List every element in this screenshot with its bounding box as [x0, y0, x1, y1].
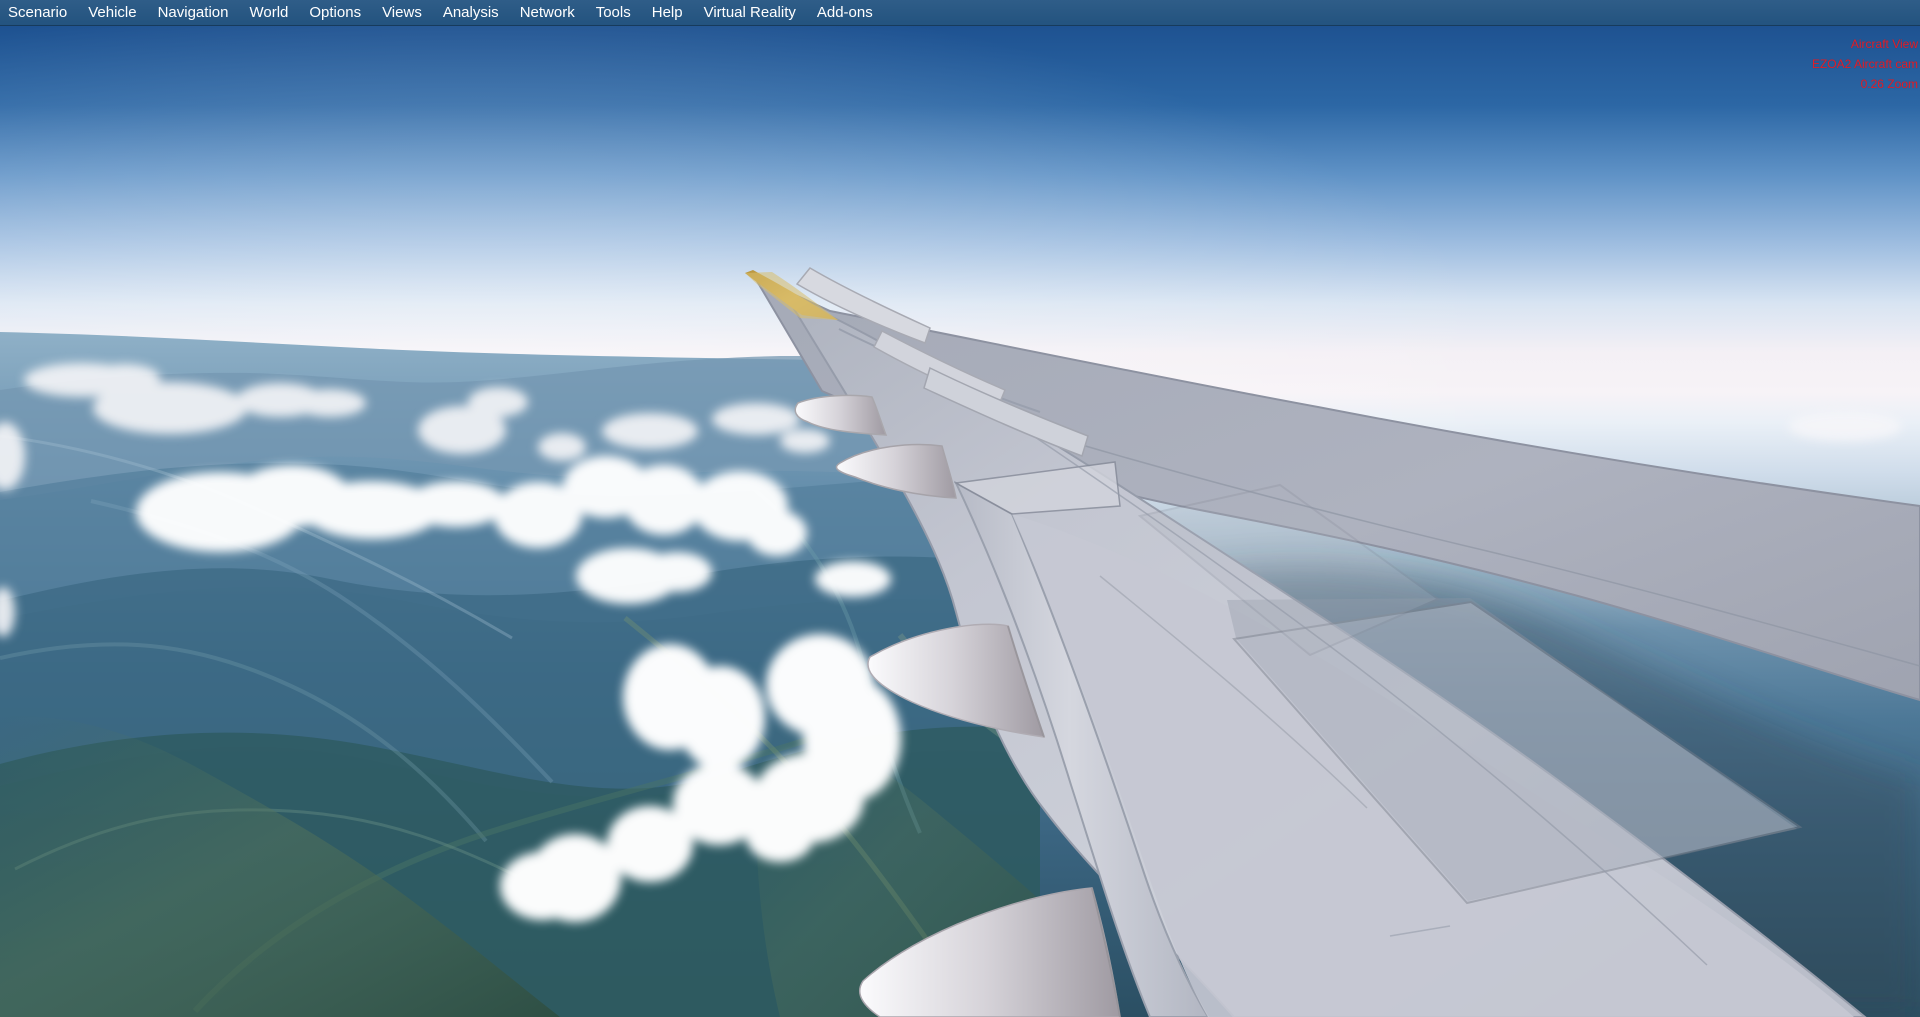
zoom-level-label: 0.26 Zoom [1860, 77, 1918, 91]
menu-add-ons[interactable]: Add-ons [807, 0, 883, 26]
flight-simulator-window: Scenario Vehicle Navigation World Option… [0, 0, 1920, 1017]
menu-help[interactable]: Help [642, 0, 693, 26]
menu-analysis[interactable]: Analysis [433, 0, 509, 26]
camera-view-label: Aircraft View [1850, 37, 1918, 51]
menu-vehicle[interactable]: Vehicle [78, 0, 146, 26]
menu-options[interactable]: Options [299, 0, 371, 26]
top-menu-bar: Scenario Vehicle Navigation World Option… [0, 0, 1920, 26]
menu-views[interactable]: Views [372, 0, 432, 26]
menu-tools[interactable]: Tools [586, 0, 641, 26]
camera-readout: Aircraft View EZOA2 Aircraft cam 0.26 Zo… [1812, 34, 1918, 94]
external-aircraft-view[interactable]: Aircraft View EZOA2 Aircraft cam 0.26 Zo… [0, 26, 1920, 1017]
camera-name-label: EZOA2 Aircraft cam [1811, 57, 1918, 71]
menu-navigation[interactable]: Navigation [148, 0, 239, 26]
menu-world[interactable]: World [239, 0, 298, 26]
menu-virtual-reality[interactable]: Virtual Reality [694, 0, 806, 26]
menu-scenario[interactable]: Scenario [6, 0, 77, 26]
landscape-and-wing-scene [0, 267, 1920, 1017]
menu-network[interactable]: Network [510, 0, 585, 26]
